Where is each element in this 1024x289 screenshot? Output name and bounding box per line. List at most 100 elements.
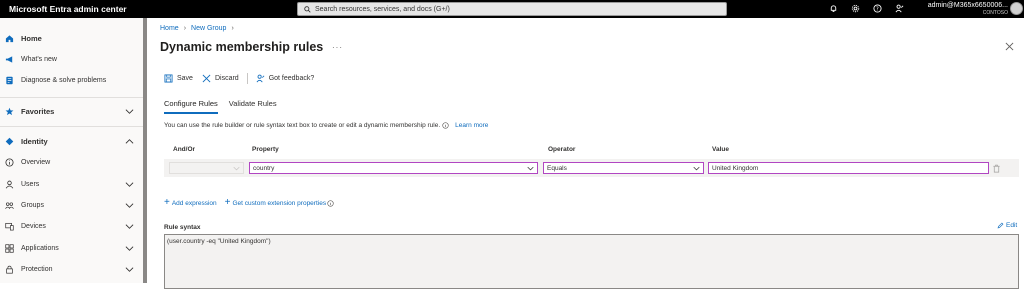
chevron-down-icon: [125, 182, 134, 187]
add-expression-link[interactable]: Add expression: [172, 200, 217, 207]
sidebar-item-protection[interactable]: Protection: [0, 259, 143, 279]
sidebar-scrollbar[interactable]: [143, 18, 147, 283]
sidebar-item-overview[interactable]: Overview: [0, 152, 143, 172]
sidebar-item-diagnose[interactable]: Diagnose & solve problems: [0, 70, 143, 90]
sidebar-item-label: Users: [21, 180, 40, 188]
top-icons: ?: [828, 3, 905, 14]
rule-syntax-textbox[interactable]: (user.country -eq "United Kingdom"): [164, 234, 1019, 289]
feedback-label: Got feedback?: [268, 75, 315, 82]
sidebar-item-groups[interactable]: Groups: [0, 195, 143, 215]
breadcrumb-separator: ›: [231, 25, 234, 32]
user-icon: [4, 179, 14, 189]
chevron-down-icon: [693, 166, 700, 171]
description-text: You can use the rule builder or rule syn…: [164, 122, 441, 129]
tab-validate-rules[interactable]: Validate Rules: [229, 99, 277, 114]
account-info[interactable]: admin@M365x6650006... CONTOSO: [905, 1, 1008, 16]
discard-button[interactable]: Discard: [202, 74, 239, 83]
chevron-up-icon: [125, 139, 134, 144]
groups-icon: [4, 200, 14, 210]
sidebar-item-home[interactable]: Home: [0, 28, 143, 48]
feedback-button[interactable]: Got feedback?: [256, 74, 315, 83]
search-box[interactable]: Search resources, services, and docs (G+…: [297, 2, 727, 16]
sidebar-item-label: Favorites: [21, 106, 55, 116]
sidebar-item-users[interactable]: Users: [0, 174, 143, 194]
star-icon: [4, 106, 14, 116]
and-or-select[interactable]: [169, 162, 244, 174]
breadcrumb-home[interactable]: Home: [160, 25, 179, 32]
sidebar-item-favorites[interactable]: Favorites: [0, 101, 143, 121]
chevron-down-icon: [125, 203, 134, 208]
more-options-button[interactable]: ···: [332, 43, 343, 52]
chevron-down-icon: [125, 267, 134, 272]
sidebar-item-label: Devices: [21, 222, 46, 230]
breadcrumb-separator: ›: [183, 25, 187, 32]
chevron-down-icon: [125, 109, 134, 114]
megaphone-icon: [4, 54, 14, 64]
breadcrumb: Home › New Group ›: [160, 25, 234, 32]
chevron-down-icon: [233, 166, 240, 171]
sidebar-item-devices[interactable]: Devices: [0, 216, 143, 236]
sidebar-item-label: Protection: [21, 265, 53, 273]
rule-syntax-value: (user.country -eq "United Kingdom"): [167, 238, 271, 245]
chevron-down-icon: [125, 224, 134, 229]
header-operator: Operator: [548, 146, 576, 153]
save-button[interactable]: Save: [164, 74, 193, 83]
home-icon: [4, 33, 14, 43]
info-icon: [442, 122, 449, 129]
feedback-icon: [256, 74, 265, 83]
diagnose-icon: [4, 75, 14, 85]
discard-label: Discard: [214, 75, 239, 82]
sidebar-item-whats-new[interactable]: What's new: [0, 49, 143, 69]
page-title: Dynamic membership rules: [160, 40, 324, 54]
header-and-or: And/Or: [173, 146, 196, 153]
search-placeholder: Search resources, services, and docs (G+…: [315, 5, 450, 13]
sidebar-divider: [0, 97, 143, 98]
operator-select[interactable]: Equals: [543, 162, 704, 174]
value-text: United Kingdom: [712, 164, 759, 172]
property-select[interactable]: country: [249, 162, 538, 174]
help-icon[interactable]: ?: [872, 3, 883, 14]
edit-label: Edit: [1006, 222, 1018, 229]
info-icon: [327, 199, 334, 207]
header-property: Property: [252, 146, 279, 153]
app-title[interactable]: Microsoft Entra admin center: [0, 4, 292, 14]
gear-icon[interactable]: [850, 3, 861, 14]
pencil-icon: [997, 222, 1004, 229]
sidebar-item-label: Home: [21, 33, 42, 43]
devices-icon: [4, 221, 14, 231]
tabs: Configure Rules Validate Rules: [164, 99, 288, 114]
edit-button[interactable]: Edit: [997, 222, 1017, 229]
operator-value: Equals: [547, 164, 567, 172]
sidebar-item-label: Identity: [21, 136, 48, 146]
toolbar: Save Discard Got feedback?: [164, 73, 323, 84]
close-icon[interactable]: [1005, 42, 1014, 51]
discard-icon: [202, 74, 211, 83]
account-tenant: CONTOSO: [982, 10, 1008, 16]
sidebar-item-identity[interactable]: Identity: [0, 131, 143, 151]
learn-more-link[interactable]: Learn more: [455, 122, 488, 129]
feedback-icon[interactable]: [894, 3, 905, 14]
save-icon: [164, 74, 173, 83]
header-value: Value: [712, 146, 729, 153]
tab-configure-rules[interactable]: Configure Rules: [164, 99, 218, 114]
sidebar: Home What's new Diagnose & solve problem…: [0, 18, 146, 283]
sidebar-item-label: Groups: [21, 201, 44, 209]
avatar[interactable]: [1010, 2, 1023, 15]
notifications-icon[interactable]: [828, 3, 839, 14]
breadcrumb-new-group[interactable]: New Group: [191, 25, 226, 32]
toolbar-divider: [246, 73, 248, 84]
property-value: country: [253, 164, 275, 172]
applications-icon: [4, 243, 14, 253]
description: You can use the rule builder or rule syn…: [164, 122, 488, 129]
sidebar-item-label: Overview: [21, 158, 51, 166]
info-icon: [4, 157, 14, 167]
value-input[interactable]: United Kingdom: [708, 162, 989, 174]
chevron-down-icon: [125, 246, 134, 251]
sidebar-item-label: Diagnose & solve problems: [21, 76, 107, 84]
custom-extension-link[interactable]: Get custom extension properties: [233, 200, 327, 207]
account-user: admin@M365x6650006...: [927, 2, 1008, 9]
identity-icon: [4, 136, 14, 146]
custom-extension-link-wrap: + Get custom extension properties: [225, 198, 334, 208]
trash-icon[interactable]: [992, 164, 1001, 173]
sidebar-item-applications[interactable]: Applications: [0, 238, 143, 258]
